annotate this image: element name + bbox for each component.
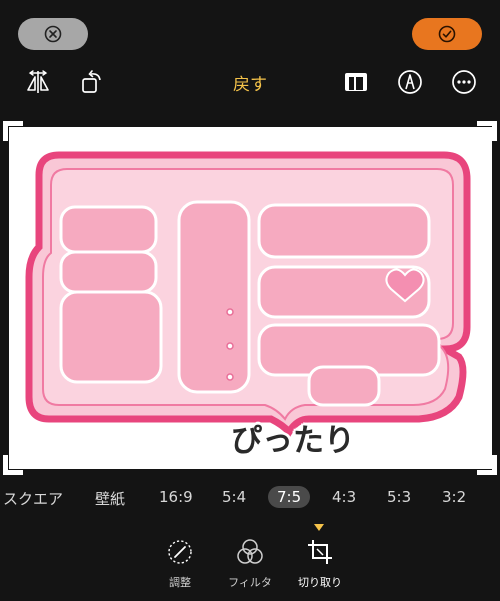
ratio-7-5[interactable]: 7:5 [268,486,311,508]
ratio-3-2[interactable]: 3:2 [442,488,466,506]
tab-filters-label: フィルタ [228,576,272,589]
aspect-ratio-icon[interactable] [340,66,372,98]
photo-caption: ぴったり [231,423,355,459]
tab-crop-label: 切り取り [298,576,342,589]
bottom-tab-bar: 調整 フィルタ 切り取り [0,522,500,601]
checkmark-circle-icon [438,25,456,43]
ratio-square[interactable]: スクエア [3,488,63,509]
ratio-wallpaper[interactable]: 壁紙 [95,488,125,509]
cancel-button[interactable] [18,18,88,50]
tool-row: 戻す [0,62,500,102]
crop-handle-top-left[interactable] [3,121,23,141]
crop-handle-bottom-left[interactable] [3,455,23,475]
ratio-16-9[interactable]: 16:9 [159,488,193,506]
rotate-icon[interactable] [76,66,108,98]
ratio-5-4[interactable]: 5:4 [222,488,246,506]
more-icon[interactable] [448,66,480,98]
adjust-dial-icon [168,540,192,564]
crop-canvas[interactable]: ぴったり [0,120,500,480]
done-button[interactable] [412,18,482,50]
tab-adjust[interactable]: 調整 [140,536,220,590]
ratio-5-3[interactable]: 5:3 [387,488,411,506]
ratio-4-3[interactable]: 4:3 [332,488,356,506]
tab-filters[interactable]: フィルタ [210,536,290,590]
crop-icon [308,540,332,564]
tab-adjust-label: 調整 [169,576,191,589]
x-circle-icon [44,25,62,43]
markup-pen-icon[interactable] [394,66,426,98]
aspect-ratio-strip[interactable]: スクエア 壁紙 16:9 5:4 7:5 4:3 5:3 3:2 [0,484,500,514]
tab-crop[interactable]: 切り取り [280,536,360,590]
flip-horizontal-icon[interactable] [22,66,54,98]
top-bar: 戻す [0,0,500,120]
active-tab-indicator-icon [314,524,324,531]
crop-handle-top-right[interactable] [477,121,497,141]
crop-handle-bottom-right[interactable] [477,455,497,475]
photo-preview: ぴったり [9,127,492,469]
filter-circles-icon [237,539,263,564]
